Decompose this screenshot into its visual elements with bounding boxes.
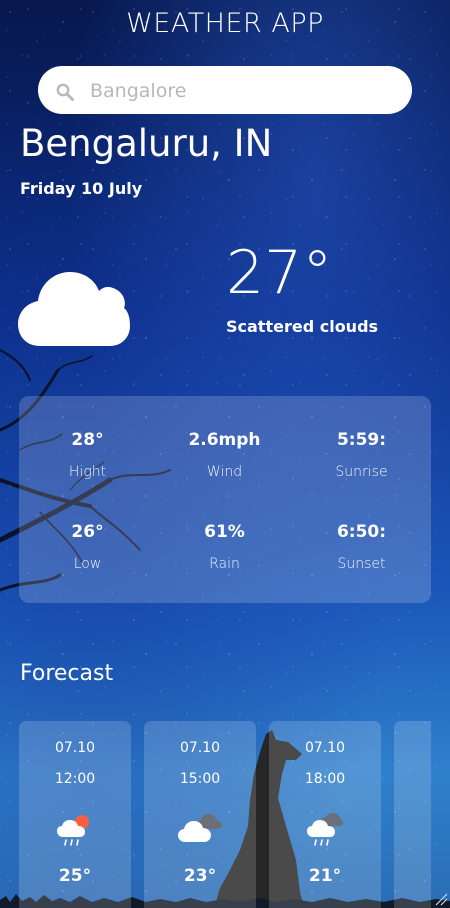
sun-cloud-rain-icon [57,815,89,846]
city-name: Bengaluru, IN [20,122,273,165]
stat-label: Sunset [337,556,386,572]
forecast-temp: 21° [308,866,342,886]
stat-value: 61% [204,522,245,542]
current-temperature: 27° [226,238,333,308]
stat-value: 28° [71,430,104,450]
search-bar[interactable] [38,66,412,116]
stat-sunrise: 5:59: Sunrise [293,430,430,480]
weather-description: Scattered clouds [226,317,379,336]
stat-sunset: 6:50: Sunset [293,522,430,572]
forecast-date: 07.10 [54,740,96,756]
stat-value: 26° [71,522,104,542]
forecast-card[interactable]: 07.10 12:00 25° [19,721,131,908]
stats-panel: 28° Hight 2.6mph Wind 5:59: Sunrise 26° … [19,396,431,603]
stat-value: 5:59: [336,430,387,450]
stat-label: Low [73,556,102,572]
stat-value: 2.6mph [188,430,261,450]
forecast-title: Forecast [20,661,114,686]
stat-label: Sunrise [335,464,388,480]
forecast-card[interactable]: 07.10 18:00 21° [269,721,381,908]
forecast-time: 12:00 [54,771,96,787]
cloud-rain-icon [307,813,343,846]
search-input[interactable] [88,66,392,116]
forecast-time: 18:00 [304,771,346,787]
current-date: Friday 10 July [20,179,143,198]
broken-clouds-icon [178,814,222,842]
stat-label: Wind [206,464,243,480]
stat-high: 28° Hight [19,430,156,480]
forecast-card[interactable]: 07.10 15:00 23° [144,721,256,908]
forecast-time: 15:00 [179,771,221,787]
forecast-temp: 23° [183,866,217,886]
stat-value: 6:50: [336,522,387,542]
cloud-icon [18,272,130,346]
resize-handle-icon[interactable] [434,892,448,906]
stat-wind: 2.6mph Wind [156,430,293,480]
forecast-date: 07.10 [179,740,221,756]
app-title: WEATHER APP [126,8,324,39]
forecast-temp: 25° [58,866,92,886]
forecast-date: 07.10 [304,740,346,756]
stat-label: Hight [68,464,107,480]
forecast-strip[interactable]: 07.10 12:00 25° 07.10 15:00 23° 07.10 18… [19,721,431,908]
stat-low: 26° Low [19,522,156,572]
stat-label: Rain [209,556,240,572]
search-icon [56,83,74,101]
stat-rain: 61% Rain [156,522,293,572]
forecast-card-partial[interactable] [394,721,431,908]
